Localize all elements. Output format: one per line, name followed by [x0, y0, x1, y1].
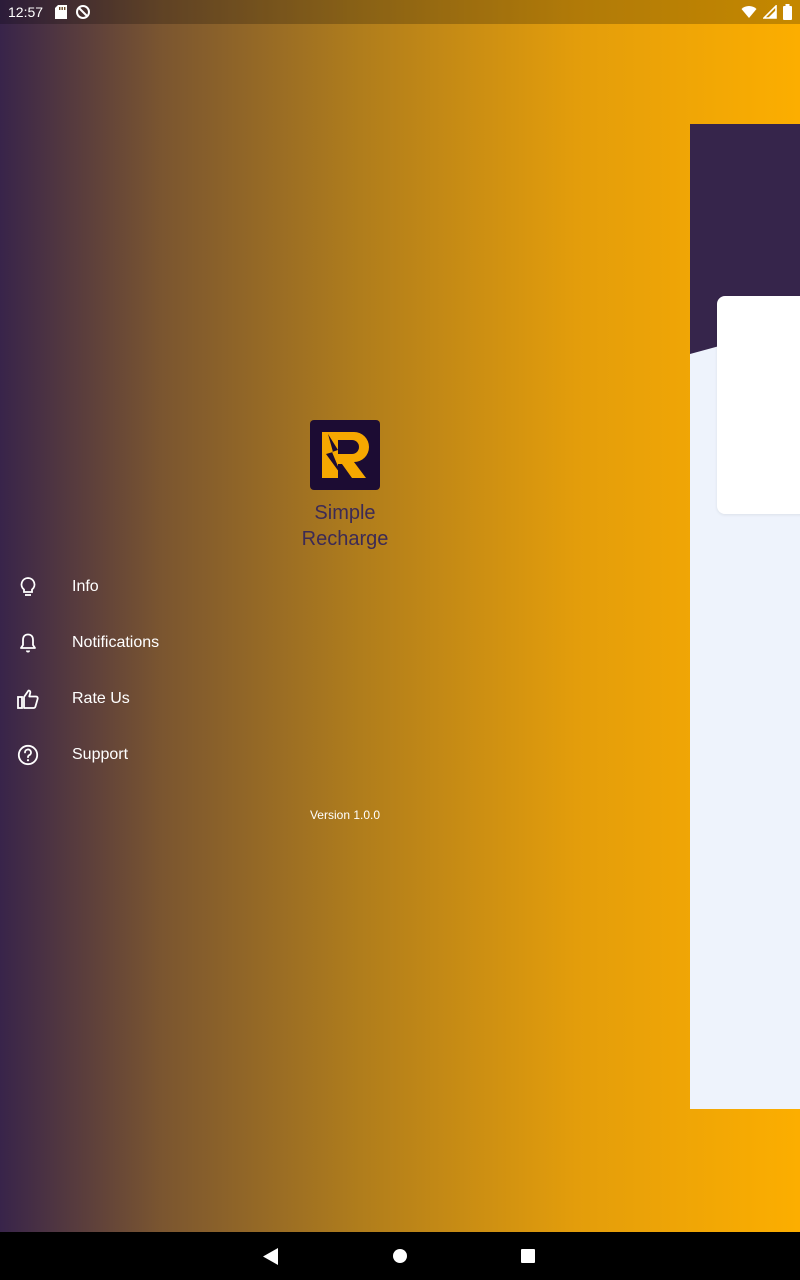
home-icon[interactable] [393, 1249, 407, 1268]
menu-item-label: Rate Us [72, 690, 130, 707]
app-name-line2: Recharge [301, 528, 389, 550]
sync-disabled-icon [76, 5, 91, 19]
help-circle-icon [16, 743, 40, 767]
back-icon[interactable] [263, 1248, 279, 1270]
drawer-menu: Info Notifications Rate Us Support [0, 559, 400, 783]
app-logo-icon [310, 420, 380, 490]
menu-item-label: Info [72, 578, 99, 595]
navigation-bar [0, 1232, 800, 1280]
app-name: Simple Recharge [245, 500, 445, 552]
app-name-line1: Simple [314, 502, 376, 524]
menu-item-support[interactable]: Support [0, 727, 400, 783]
status-time: 12:57 [8, 4, 44, 20]
signal-icon [763, 5, 777, 19]
sd-card-icon [55, 5, 68, 19]
menu-item-notifications[interactable]: Notifications [0, 615, 400, 671]
menu-item-label: Notifications [72, 634, 160, 651]
wifi-icon [741, 6, 757, 19]
main-content-panel [690, 124, 800, 1109]
menu-item-info[interactable]: Info [0, 559, 400, 615]
battery-icon [783, 4, 792, 20]
menu-item-rate-us[interactable]: Rate Us [0, 671, 400, 727]
thumbs-up-icon [16, 687, 40, 711]
lightbulb-icon [16, 575, 40, 599]
version-label: Version 1.0.0 [309, 808, 381, 822]
bell-icon [16, 631, 40, 655]
menu-item-label: Support [72, 746, 129, 763]
recents-icon[interactable] [521, 1249, 535, 1268]
main-content-card[interactable] [717, 296, 800, 514]
status-bar: 12:57 [0, 0, 800, 24]
